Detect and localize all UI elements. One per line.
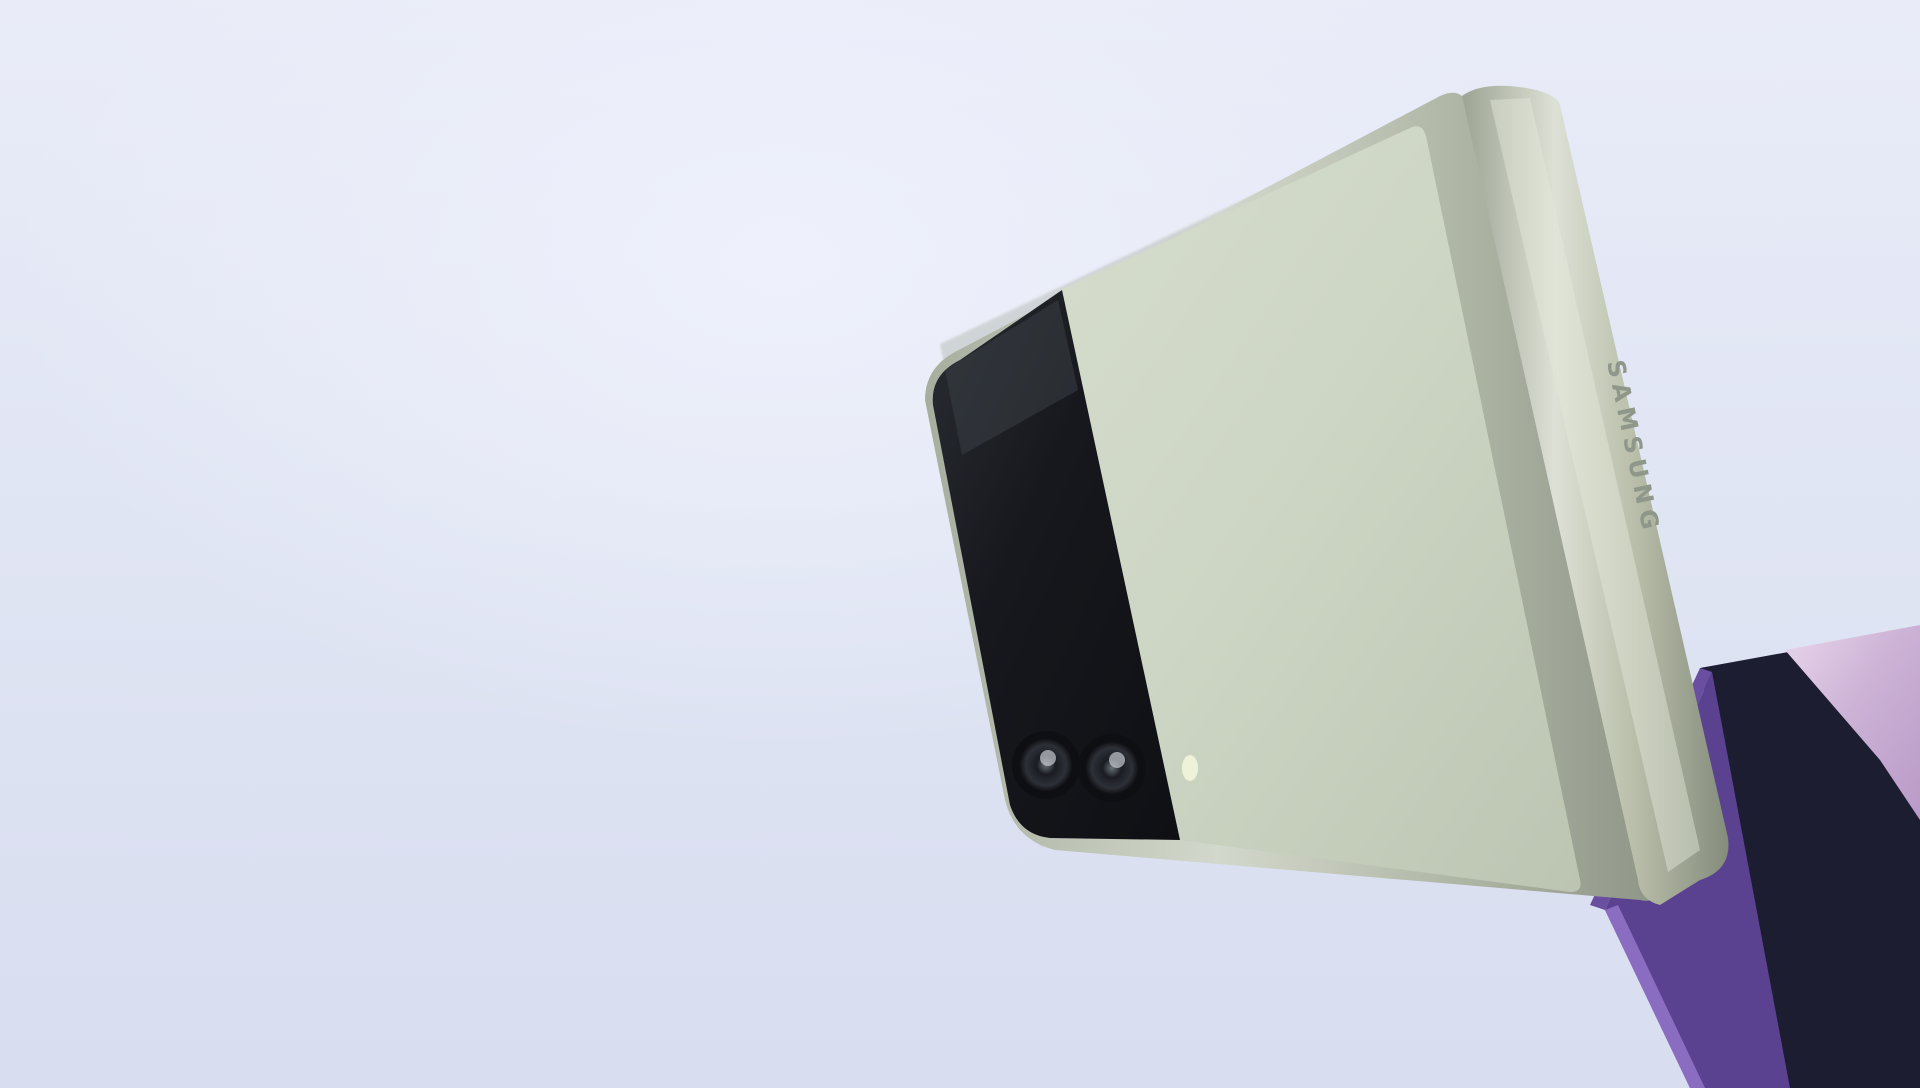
phones-illustration: SAMSUNG [925, 85, 1920, 1088]
flash-icon [1182, 755, 1198, 781]
main-phone: SAMSUNG [925, 85, 1729, 905]
product-scene: SAMSUNG [0, 0, 1920, 1088]
